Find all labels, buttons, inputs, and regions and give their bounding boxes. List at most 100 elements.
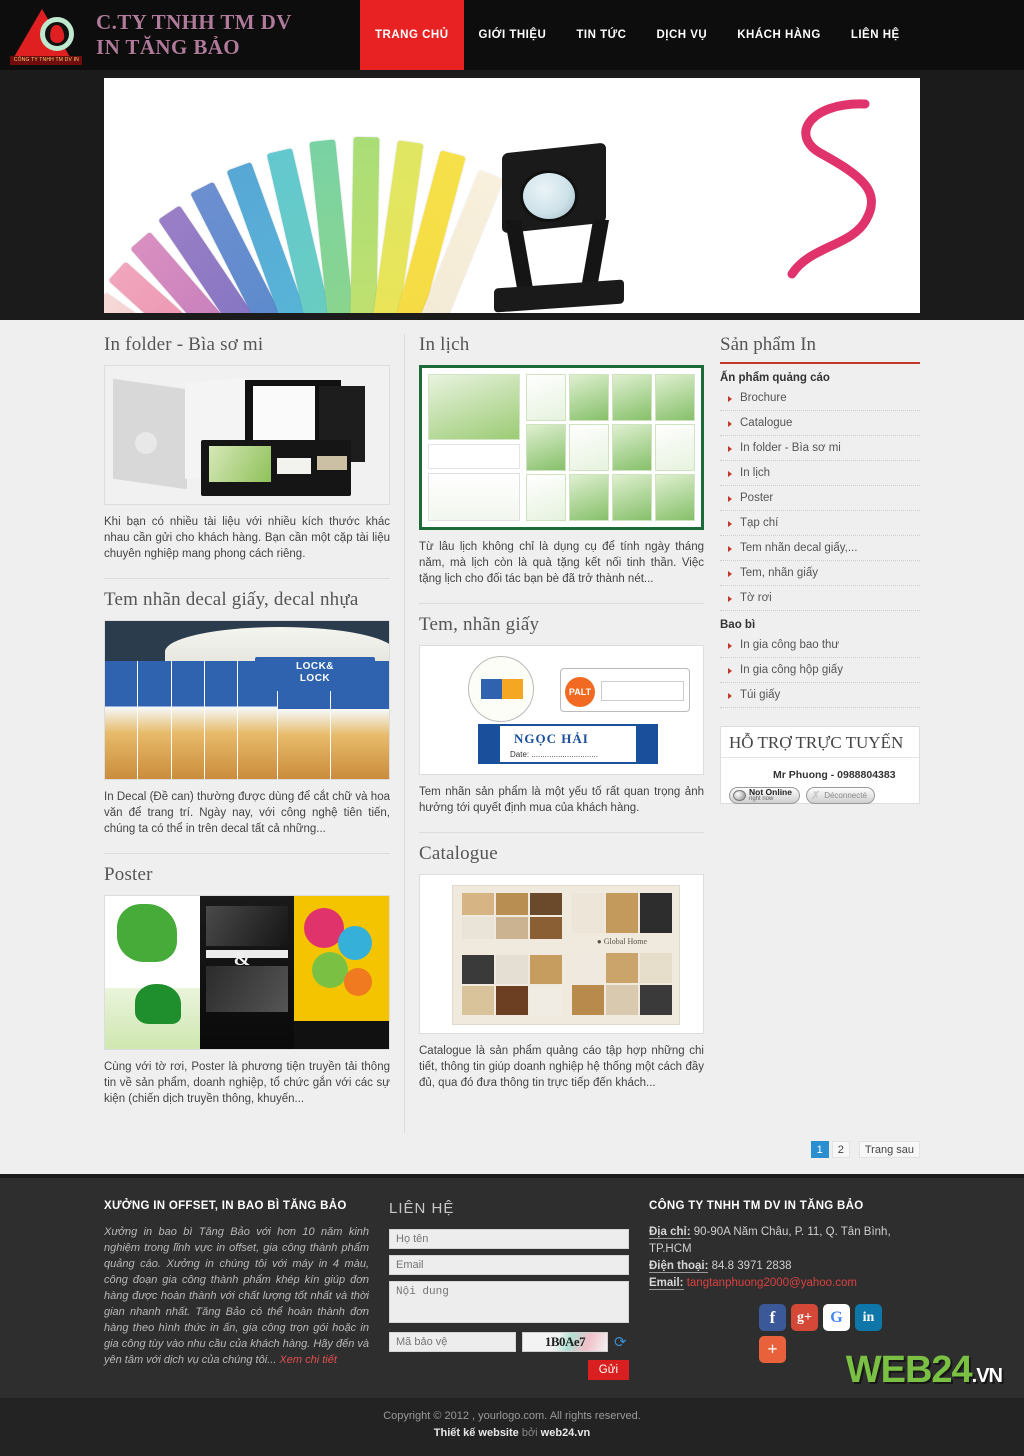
list-item[interactable]: In gia công hộp giấy	[720, 658, 920, 683]
footer-about-text: Xưởng in bao bì Tăng Bảo với hơn 10 năm …	[104, 1224, 369, 1368]
sidebar-item-in-gia-cong-bao-thu[interactable]: In gia công bao thư	[720, 633, 920, 657]
page-root: CÔNG TY TNHH TM DV IN TĂNG BẢO C.TY TNHH…	[0, 0, 1024, 1456]
main-content-area: In folder - Bìa sơ mi Khi bạn có nhiều t…	[0, 320, 1024, 1133]
article-thumbnail-calendar[interactable]	[419, 365, 704, 530]
message-field[interactable]	[389, 1281, 629, 1323]
share-icon[interactable]: +	[759, 1336, 786, 1363]
sidebar-item-tui-giay[interactable]: Túi giấy	[720, 683, 920, 707]
sidebar: Sản phẩm In Ấn phẩm quảng cáo Brochure C…	[720, 334, 920, 1133]
list-item[interactable]: Catalogue	[720, 411, 920, 436]
article-thumbnail-decal[interactable]: LOCK& LOCK	[104, 620, 390, 780]
sidebar-item-catalogue[interactable]: Catalogue	[720, 411, 920, 435]
facebook-icon[interactable]: f	[759, 1304, 786, 1331]
web24-tld: .VN	[971, 1365, 1003, 1387]
footer-company-column: CÔNG TY TNHH TM DV IN TĂNG BẢO Địa chỉ: …	[649, 1200, 1003, 1391]
sidebar-item-in-gia-cong-hop-giay[interactable]: In gia công hộp giấy	[720, 658, 920, 682]
article-title[interactable]: Tem, nhãn giấy	[419, 614, 704, 636]
article-excerpt: Tem nhãn sản phẩm là một yếu tố rất quan…	[419, 786, 704, 814]
copyright-line: Copyright © 2012 , yourlogo.com. All rig…	[383, 1410, 641, 1422]
footer-company-heading: CÔNG TY TNHH TM DV IN TĂNG BẢO	[649, 1200, 864, 1212]
article-card[interactable]: In lịch Từ lâu lịch không chỉ là dụng cụ…	[419, 334, 704, 604]
footer-email-value[interactable]: tangtanphuong2000@yahoo.com	[684, 1277, 857, 1289]
footer-about-body: Xưởng in bao bì Tăng Bảo với hơn 10 năm …	[104, 1226, 369, 1366]
sidebar-list-bao-bi: In gia công bao thư In gia công hộp giấy…	[720, 633, 920, 708]
article-excerpt: Từ lâu lịch không chỉ là dụng cụ để tính…	[419, 541, 704, 585]
name-field[interactable]	[389, 1229, 629, 1249]
footer-phone-row: Điện thoại: 84.8 3971 2838	[649, 1258, 919, 1275]
google-plus-icon[interactable]: g+	[791, 1304, 818, 1331]
support-status-not-online[interactable]: Not Online right now	[729, 787, 800, 804]
pagination-next[interactable]: Trang sau	[858, 1141, 920, 1158]
support-status-deconnecte[interactable]: ✗ Déconnecté	[805, 787, 875, 804]
nav-item-gioi-thieu[interactable]: GIỚI THIỆU	[464, 0, 562, 70]
article-thumbnail-catalogue[interactable]: ● Global Home	[419, 874, 704, 1034]
support-status-main: Not Online	[749, 787, 792, 797]
sidebar-item-poster[interactable]: Poster	[720, 486, 920, 510]
list-item[interactable]: Poster	[720, 486, 920, 511]
hero-banner-section	[0, 70, 1024, 320]
list-item[interactable]: Brochure	[720, 386, 920, 411]
google-icon[interactable]: G	[823, 1304, 850, 1331]
credit-by: bởi	[521, 1427, 541, 1439]
site-header: CÔNG TY TNHH TM DV IN TĂNG BẢO C.TY TNHH…	[0, 0, 1024, 70]
article-title[interactable]: In lịch	[419, 334, 704, 356]
nav-item-lien-he[interactable]: LIÊN HỆ	[836, 0, 915, 70]
article-card[interactable]: Tem, nhãn giấy PALT NGỌC HẢI Date: .....…	[419, 614, 704, 833]
footer-contact-heading: LIÊN HỆ	[389, 1200, 455, 1217]
credit-vendor[interactable]: web24.vn	[541, 1427, 591, 1439]
sidebar-item-tem-nhan-decal[interactable]: Tem nhãn decal giấy,...	[720, 536, 920, 560]
nav-item-dich-vu[interactable]: DỊCH VỤ	[641, 0, 722, 70]
article-title[interactable]: In folder - Bìa sơ mi	[104, 334, 390, 356]
company-logo-icon[interactable]: CÔNG TY TNHH TM DV IN TĂNG BẢO	[10, 7, 82, 65]
article-column-right: In lịch Từ lâu lịch không chỉ là dụng cụ…	[404, 334, 704, 1133]
list-item[interactable]: In lịch	[720, 461, 920, 486]
brand-title: C.TY TNHH TM DV IN TĂNG BẢO	[96, 10, 292, 60]
support-status-sub: right now	[749, 796, 774, 802]
linkedin-icon[interactable]: in	[855, 1304, 882, 1331]
list-item[interactable]: Tem nhãn decal giấy,...	[720, 536, 920, 561]
article-thumbnail-label-stamps[interactable]: PALT NGỌC HẢI Date: ....................…	[419, 645, 704, 775]
nav-item-tin-tuc[interactable]: TIN TỨC	[561, 0, 641, 70]
article-card[interactable]: Catalogue ● Global Home Catalogue là sản…	[419, 843, 704, 1107]
captcha-image: 1B0Ae7	[522, 1332, 608, 1352]
article-card[interactable]: Tem nhãn decal giấy, decal nhựa LOCK& LO…	[104, 589, 390, 854]
brand-line-2: IN TĂNG BẢO	[96, 35, 241, 59]
support-status-secondary: Déconnecté	[824, 791, 867, 800]
article-excerpt: Catalogue là sản phẩm quảng cáo tập hợp …	[419, 1045, 704, 1089]
sidebar-item-in-folder[interactable]: In folder - Bìa sơ mi	[720, 436, 920, 460]
submit-button[interactable]: Gửi	[587, 1360, 629, 1380]
captcha-input[interactable]	[389, 1332, 516, 1352]
sidebar-item-brochure[interactable]: Brochure	[720, 386, 920, 410]
article-card[interactable]: In folder - Bìa sơ mi Khi bạn có nhiều t…	[104, 334, 390, 579]
email-field[interactable]	[389, 1255, 629, 1275]
pagination: 1 2 Trang sau	[0, 1133, 1024, 1174]
refresh-icon[interactable]: ⟳	[614, 1335, 627, 1350]
list-item[interactable]: Tem, nhãn giấy	[720, 561, 920, 586]
pagination-page-2[interactable]: 2	[831, 1141, 850, 1158]
footer-address-row: Địa chỉ: 90-90A Năm Châu, P. 11, Q. Tân …	[649, 1224, 919, 1258]
list-item[interactable]: Túi giấy	[720, 683, 920, 708]
nav-item-trang-chu[interactable]: TRANG CHỦ	[360, 0, 464, 70]
list-item[interactable]: In gia công bao thư	[720, 633, 920, 658]
sidebar-item-tap-chi[interactable]: Tạp chí	[720, 511, 920, 535]
list-item[interactable]: In folder - Bìa sơ mi	[720, 436, 920, 461]
hero-image[interactable]	[104, 78, 920, 313]
nav-item-khach-hang[interactable]: KHÁCH HÀNG	[722, 0, 836, 70]
pagination-page-1[interactable]: 1	[810, 1141, 829, 1158]
sidebar-item-to-roi[interactable]: Tờ rơi	[720, 586, 920, 610]
list-item[interactable]: Tạp chí	[720, 511, 920, 536]
chat-bubble-icon	[733, 790, 746, 801]
list-item[interactable]: Tờ rơi	[720, 586, 920, 611]
article-title[interactable]: Tem nhãn decal giấy, decal nhựa	[104, 589, 390, 611]
logo-zone[interactable]: CÔNG TY TNHH TM DV IN TĂNG BẢO C.TY TNHH…	[0, 7, 360, 65]
article-title[interactable]: Catalogue	[419, 843, 704, 865]
logo-ribbon-text: CÔNG TY TNHH TM DV IN TĂNG BẢO	[10, 56, 82, 65]
article-card[interactable]: Poster & Cùng với tờ rơi, Poster là phươ…	[104, 864, 390, 1123]
footer-about-column: XƯỞNG IN OFFSET, IN BAO BÌ TĂNG BẢO Xưởn…	[104, 1200, 389, 1380]
sidebar-item-in-lich[interactable]: In lịch	[720, 461, 920, 485]
article-thumbnail-in-folder[interactable]	[104, 365, 390, 505]
article-thumbnail-poster[interactable]: &	[104, 895, 390, 1050]
article-title[interactable]: Poster	[104, 864, 390, 886]
sidebar-item-tem-nhan-giay[interactable]: Tem, nhãn giấy	[720, 561, 920, 585]
captcha-row: 1B0Ae7 ⟳	[389, 1332, 629, 1352]
